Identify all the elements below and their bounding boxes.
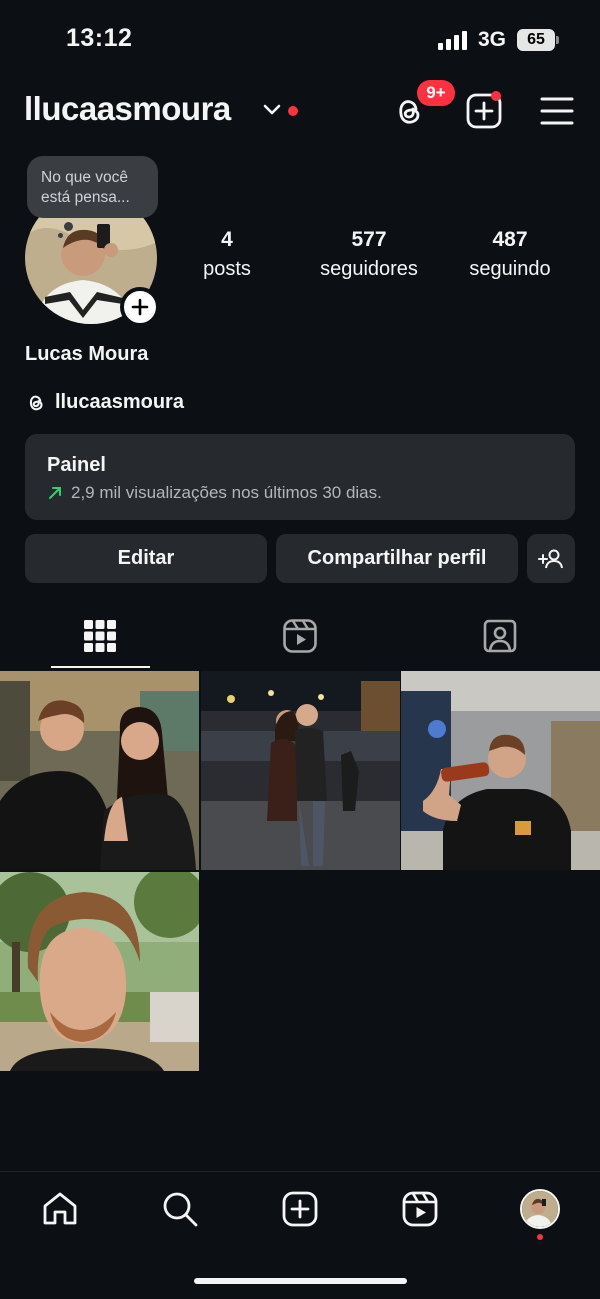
add-person-icon [538, 549, 563, 568]
chevron-down-icon[interactable] [262, 103, 282, 117]
profile-full-name: Lucas Moura [25, 343, 149, 365]
professional-dashboard[interactable]: Painel 2,9 mil visualizações nos últimos… [25, 434, 575, 520]
selfie-photo [0, 872, 199, 1071]
followers-stat[interactable]: 577 seguidores [304, 228, 434, 281]
posts-label: posts [203, 258, 251, 280]
account-notification-dot [288, 106, 298, 116]
nav-divider [0, 1171, 600, 1172]
home-indicator [194, 1278, 407, 1284]
note-bubble[interactable]: No que você está pensa... [27, 156, 158, 218]
posts-stat[interactable]: 4 posts [162, 228, 292, 281]
battery-icon: 65 [517, 29, 555, 51]
note-bubble-tail [64, 222, 73, 231]
following-label: seguindo [469, 258, 551, 280]
add-story-button[interactable] [120, 287, 160, 327]
reels-icon[interactable] [282, 618, 318, 654]
post-thumbnail-2[interactable] [201, 671, 400, 870]
create-notification-dot [491, 91, 501, 101]
threads-handle: llucaasmoura [55, 391, 184, 413]
night-street-photo [201, 671, 400, 870]
battery-tip [556, 36, 559, 44]
reels-nav-icon[interactable] [401, 1190, 439, 1228]
dashboard-subtitle: 2,9 mil visualizações nos últimos 30 dia… [71, 483, 382, 502]
status-time: 13:12 [66, 24, 133, 52]
posts-count: 4 [221, 228, 233, 251]
followers-label: seguidores [320, 258, 418, 280]
profile-notification-dot [537, 1234, 543, 1240]
threads-profile-link[interactable]: llucaasmoura [25, 391, 184, 414]
profile-nav-avatar[interactable] [520, 1189, 560, 1229]
home-icon[interactable] [41, 1190, 79, 1228]
grid-icon[interactable] [82, 618, 118, 654]
edit-profile-button[interactable]: Editar [25, 534, 267, 583]
create-icon[interactable] [281, 1190, 319, 1228]
tagged-icon[interactable] [482, 618, 518, 654]
network-label: 3G [478, 28, 507, 51]
share-profile-button[interactable]: Compartilhar perfil [276, 534, 518, 583]
search-icon[interactable] [161, 1190, 199, 1228]
plus-icon [131, 298, 149, 316]
followers-count: 577 [351, 228, 387, 251]
post-thumbnail-1[interactable] [0, 671, 199, 870]
username-title[interactable]: llucaasmoura [24, 90, 231, 128]
signal-icon [438, 30, 470, 50]
following-stat[interactable]: 487 seguindo [445, 228, 575, 281]
post-thumbnail-3[interactable] [401, 671, 600, 870]
active-tab-indicator [51, 666, 150, 668]
drinking-photo [401, 671, 600, 870]
note-line-2: está pensa... [41, 189, 130, 206]
dashboard-title: Painel [47, 454, 106, 476]
couple-photo [0, 671, 199, 870]
trend-up-icon [49, 487, 61, 499]
threads-badge: 9+ [417, 80, 455, 106]
menu-icon[interactable] [539, 93, 575, 129]
following-count: 487 [492, 228, 528, 251]
note-line-1: No que você [41, 169, 129, 186]
discover-people-button[interactable] [527, 534, 575, 583]
threads-icon [29, 395, 43, 410]
post-thumbnail-4[interactable] [0, 872, 199, 1071]
note-bubble-tail-small [58, 233, 63, 238]
